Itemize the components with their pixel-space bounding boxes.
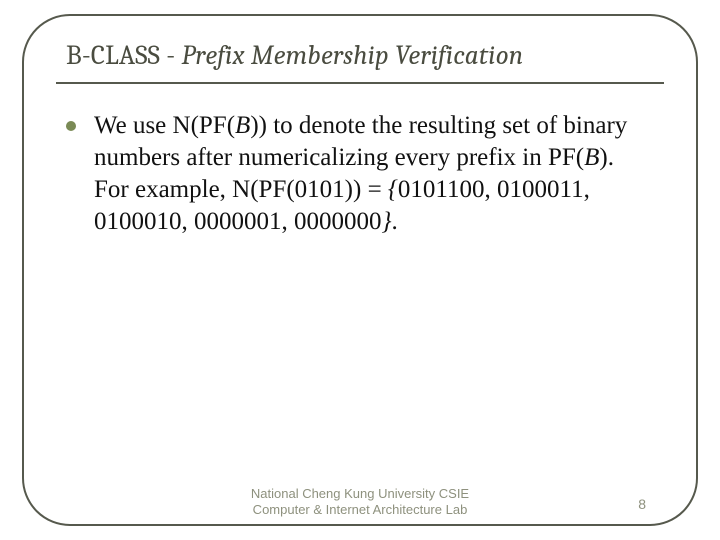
bullet-item: We use N(PF(B)) to denote the resulting … [66, 110, 648, 238]
text-seg: . [392, 208, 398, 235]
footer-affiliation: National Cheng Kung University CSIE Comp… [251, 486, 469, 519]
title-italic: Prefix Membership Verification [181, 40, 523, 71]
text-seg-italic: } [382, 208, 392, 235]
slide: B-CLASS - Prefix Membership Verification… [0, 0, 720, 540]
text-seg: We use N(PF( [94, 112, 235, 139]
bullet-text: We use N(PF(B)) to denote the resulting … [94, 110, 648, 238]
footer-line2: Computer & Internet Architecture Lab [251, 502, 469, 518]
title-underline [56, 82, 664, 84]
text-seg-italic: B [235, 112, 250, 139]
text-seg-italic: B [584, 144, 599, 171]
text-seg-italic: { [388, 176, 398, 203]
bullet-dot-icon [66, 121, 76, 131]
title-prefix: B-CLASS - [66, 40, 181, 71]
footer-line1: National Cheng Kung University CSIE [251, 486, 469, 502]
page-number: 8 [638, 496, 646, 512]
body: We use N(PF(B)) to denote the resulting … [66, 110, 648, 238]
slide-border [22, 14, 698, 526]
slide-title: B-CLASS - Prefix Membership Verification [66, 40, 666, 71]
